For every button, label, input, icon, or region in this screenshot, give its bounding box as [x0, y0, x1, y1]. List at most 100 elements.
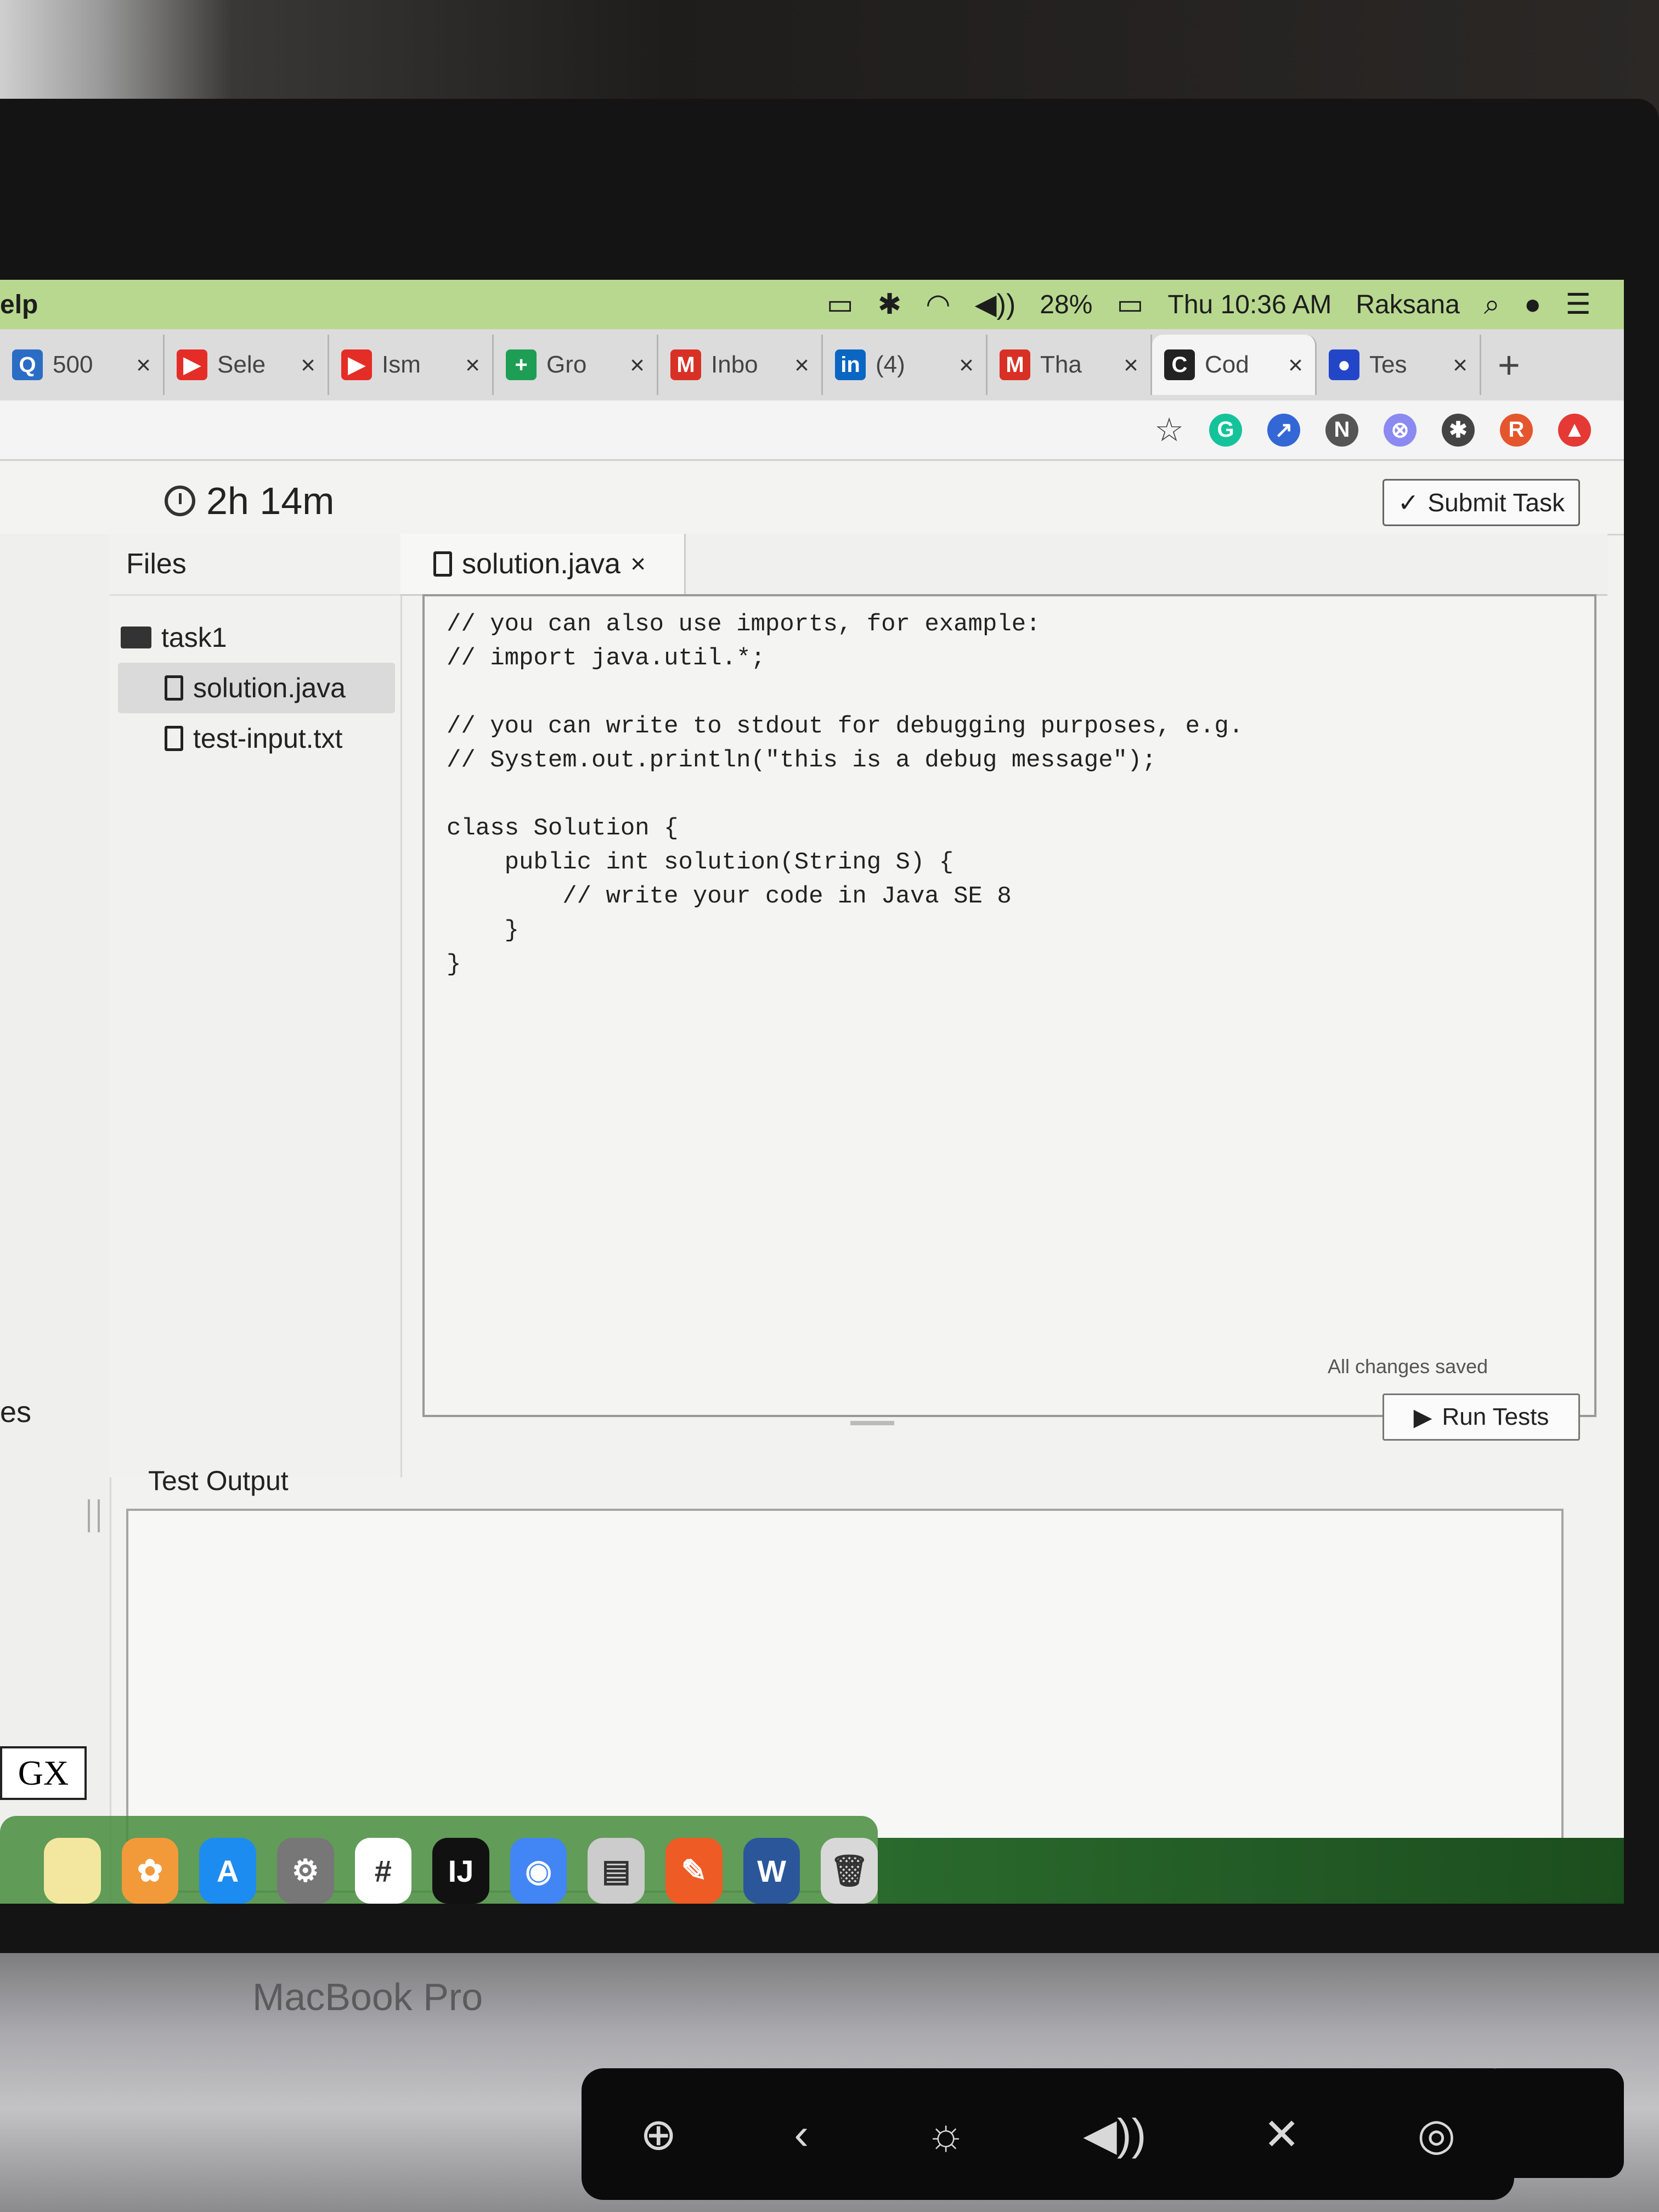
browser-tab[interactable]: C Cod ×	[1152, 335, 1317, 395]
photos-icon[interactable]: ✿	[121, 1838, 179, 1904]
profile-avatar[interactable]: R	[1500, 413, 1533, 447]
browser-tab-title: 500	[53, 351, 93, 378]
notes-icon[interactable]	[44, 1838, 101, 1904]
new-tab-button[interactable]: +	[1498, 343, 1520, 387]
run-tests-label: Run Tests	[1442, 1403, 1549, 1430]
bluetooth-icon[interactable]: ✱	[878, 288, 902, 321]
upload-icon[interactable]: ▲	[1558, 413, 1591, 447]
play-icon: ▶	[1413, 1403, 1432, 1431]
side-panel-partial-label: es	[0, 1396, 32, 1429]
folder-task1[interactable]: task1	[110, 612, 400, 663]
battery-percent: 28%	[1040, 290, 1093, 319]
touch-id-key[interactable]	[1481, 2068, 1624, 2178]
youtube-icon: ▶	[341, 349, 372, 380]
browser-tab[interactable]: ▶ Sele ×	[165, 335, 329, 395]
file-test-input-txt[interactable]: test-input.txt	[110, 713, 400, 764]
status-items: ▭ ✱ ◠ ◀)) 28% ▭ Thu 10:36 AM Raksana ⌕ ●…	[827, 288, 1591, 321]
timer-value: 2h 14m	[206, 479, 335, 522]
grammarly-icon[interactable]: G	[1209, 413, 1242, 447]
browser-tab[interactable]: M Tha ×	[988, 335, 1152, 395]
volume-icon[interactable]: ◀))	[975, 288, 1016, 321]
editor-tab-solution-java[interactable]: solution.java ×	[400, 534, 686, 594]
quora-icon: Q	[12, 349, 43, 380]
browser-tab-title: Cod	[1205, 351, 1249, 378]
notification-center-icon[interactable]: ☰	[1565, 288, 1591, 321]
close-tab-icon[interactable]: ×	[1124, 350, 1138, 380]
close-tab-icon[interactable]: ×	[1288, 350, 1303, 380]
touchbar-mute-icon[interactable]: ✕	[1263, 2109, 1300, 2160]
close-tab-icon[interactable]: ×	[465, 350, 480, 380]
gmail-icon: M	[670, 349, 701, 380]
browser-tab[interactable]: + Gro ×	[494, 335, 658, 395]
blocker-icon[interactable]: ⊗	[1384, 413, 1417, 447]
close-tab-icon[interactable]: ×	[1453, 350, 1468, 380]
browser-tab[interactable]: ● Tes ×	[1317, 335, 1481, 395]
touchbar-plus-icon[interactable]: ⊕	[640, 2109, 677, 2160]
close-tab-icon[interactable]: ×	[301, 350, 315, 380]
gx-badge: GX	[0, 1746, 87, 1800]
puzzle-icon[interactable]: ✱	[1442, 413, 1475, 447]
browser-tab-title: (4)	[876, 351, 905, 378]
folder-label: task1	[161, 622, 227, 653]
word-icon[interactable]: W	[743, 1838, 800, 1904]
editor-splitter[interactable]	[850, 1421, 894, 1425]
chrome-icon[interactable]: ◉	[510, 1838, 567, 1904]
browser-tab-title: Ism	[382, 351, 421, 378]
run-tests-button[interactable]: ▶ Run Tests	[1383, 1393, 1580, 1441]
browser-toolbar: ☆ G ↗ N ⊗ ✱ R ▲	[0, 400, 1624, 461]
postman-icon[interactable]: ✎	[665, 1838, 723, 1904]
device-label: MacBook Pro	[252, 1976, 483, 2018]
bookmark-star-icon[interactable]: ☆	[1154, 411, 1184, 449]
file-icon	[433, 551, 452, 577]
submit-task-label: Submit Task	[1427, 488, 1565, 517]
browser-tab-title: Sele	[217, 351, 266, 378]
wifi-icon[interactable]: ◠	[926, 288, 950, 321]
browser-tab-title: Tes	[1369, 351, 1407, 378]
close-tab-icon[interactable]: ×	[630, 350, 645, 380]
battery-icon[interactable]: ▭	[1116, 288, 1143, 321]
menu-help[interactable]: elp	[0, 290, 38, 320]
touchbar-siri-icon[interactable]: ◎	[1417, 2109, 1455, 2160]
touchbar-volume-icon[interactable]: ◀))	[1083, 2109, 1146, 2160]
test-output-header: Test Output	[110, 1443, 1591, 1509]
file-solution-java[interactable]: solution.java	[118, 663, 395, 713]
app-store-icon[interactable]: A	[199, 1838, 256, 1904]
spotlight-search-icon[interactable]: ⌕	[1484, 288, 1500, 321]
youtube-icon: ▶	[177, 349, 207, 380]
airplay-icon[interactable]: ▭	[827, 288, 854, 321]
left-side-panel: es GX	[0, 534, 111, 1904]
editor-tab-bar: solution.java ×	[400, 534, 1607, 596]
slack-icon[interactable]: #	[354, 1838, 412, 1904]
intellij-icon[interactable]: IJ	[432, 1838, 489, 1904]
close-tab-icon[interactable]: ×	[794, 350, 809, 380]
browser-tab[interactable]: M Inbo ×	[658, 335, 823, 395]
system-preferences-icon[interactable]: ⚙	[276, 1838, 334, 1904]
browser-tab[interactable]: ▶ Ism ×	[329, 335, 494, 395]
file-icon	[165, 726, 183, 751]
close-tab-icon[interactable]: ×	[959, 350, 974, 380]
code-editor[interactable]: // you can also use imports, for example…	[422, 594, 1596, 1417]
touchbar-back-icon[interactable]: ‹	[794, 2109, 809, 2159]
database-icon[interactable]: ▤	[588, 1838, 645, 1904]
trash-icon[interactable]: 🗑	[821, 1838, 878, 1904]
submit-task-button[interactable]: ✓ Submit Task	[1383, 479, 1580, 526]
code-content[interactable]: // you can also use imports, for example…	[447, 607, 1243, 981]
google-sheets-icon: +	[506, 349, 537, 380]
resize-handle[interactable]	[88, 1499, 100, 1532]
user-name[interactable]: Raksana	[1356, 290, 1459, 320]
menu-bar: elp ▭ ✱ ◠ ◀)) 28% ▭ Thu 10:36 AM Raksana…	[0, 280, 1624, 329]
share-icon[interactable]: ↗	[1267, 413, 1300, 447]
browser-tab[interactable]: in (4) ×	[823, 335, 988, 395]
editor-tab-label: solution.java	[462, 548, 621, 580]
close-tab-icon[interactable]: ×	[630, 549, 646, 579]
browser-tab[interactable]: Q 500 ×	[0, 335, 165, 395]
new-badge-icon[interactable]: N	[1325, 413, 1358, 447]
folder-icon	[121, 627, 151, 648]
datetime[interactable]: Thu 10:36 AM	[1168, 290, 1332, 320]
desktop-wallpaper	[878, 1838, 1624, 1904]
touchbar-brightness-icon[interactable]: ☼	[926, 2109, 966, 2159]
browser-tab-title: Tha	[1040, 351, 1082, 378]
file-label: solution.java	[193, 673, 346, 703]
close-tab-icon[interactable]: ×	[136, 350, 151, 380]
siri-icon[interactable]: ●	[1524, 288, 1541, 321]
